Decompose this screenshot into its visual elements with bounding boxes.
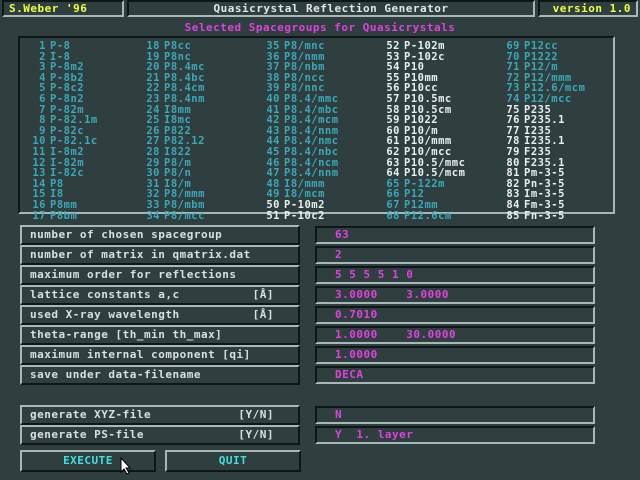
spacegroup-number: 45 [266, 145, 280, 158]
spacegroup-column: 35 P8/mnc 36 P8/nmm 37 P8/nbm 38 P8/ncc 39 P8/nnc… [258, 41, 339, 221]
spacegroup-number: 35 [266, 40, 280, 52]
spacegroup-number: 40 [266, 92, 280, 105]
spacegroup-column: 52 P-102m 53 P-102c 54 P10 55 P10mm 56 P10cc 57 P10… [378, 41, 465, 221]
param-label: number of matrix in qmatrix.dat [20, 245, 300, 265]
spacegroup-item[interactable]: 17 P8bm [24, 209, 98, 222]
param-unit: [Y/N] [238, 428, 274, 441]
spacegroup-number: 50 [266, 198, 280, 211]
spacegroup-name: Fn-3-5 [524, 209, 565, 222]
spacegroup-column: 1 P-8 2 I-8 3 P-8m2 4 P-8b2 5 P-8c2 6 P-8n2 7 P-82m 8 P… [24, 41, 98, 221]
spacegroup-number: 79 [506, 145, 520, 158]
spacegroup-number: 17 [32, 209, 46, 222]
param-value-field[interactable]: 2 [315, 246, 595, 264]
spacegroup-number: 6 [39, 92, 46, 105]
param-label-text: generate XYZ-file [30, 408, 152, 421]
param-label: generate XYZ-file [Y/N] [20, 405, 300, 425]
param-unit: [Å] [252, 308, 274, 321]
param-label: maximum order for reflections [20, 265, 300, 285]
param-label-text: maximum internal component [qi] [30, 348, 251, 361]
spacegroup-item[interactable]: 51 P-10c2 [258, 209, 339, 222]
spacegroup-number: 18 [146, 40, 160, 52]
param-label: generate PS-file [Y/N] [20, 425, 300, 445]
spacegroup-name: P12.6cm [404, 209, 452, 222]
spacegroup-number: 67 [386, 198, 400, 211]
param-label-text: lattice constants a,c [30, 288, 180, 301]
spacegroup-number: 16 [32, 198, 46, 211]
spacegroup-number: 69 [506, 40, 520, 52]
param-value-field[interactable]: 3.0000 3.0000 [315, 286, 595, 304]
param-label-text: number of chosen spacegroup [30, 228, 223, 241]
param-label: used X-ray wavelength [Å] [20, 305, 300, 325]
param-unit: [Y/N] [238, 408, 274, 421]
window-title: Quasicrystal Reflection Generator [127, 0, 535, 17]
spacegroup-number: 57 [386, 92, 400, 105]
spacegroup-number: 33 [146, 198, 160, 211]
spacegroup-number: 85 [506, 209, 520, 222]
param-label: lattice constants a,c [Å] [20, 285, 300, 305]
param-value-field[interactable]: 0.7010 [315, 306, 595, 324]
param-value-field[interactable]: 1.0000 [315, 346, 595, 364]
spacegroup-column: 69 P12cc 70 P1222 71 P12/m 72 P12/mmm 73 P12.6/mc… [498, 41, 585, 221]
param-label: theta-range [th_min th_max] [20, 325, 300, 345]
param-value-field[interactable]: N [315, 406, 595, 424]
param-unit: [Å] [252, 288, 274, 301]
spacegroup-number: 84 [506, 198, 520, 211]
spacegroup-number: 62 [386, 145, 400, 158]
spacegroup-number: 34 [146, 209, 160, 222]
param-value-field[interactable]: DECA [315, 366, 595, 384]
spacegroup-item[interactable]: 85 Fn-3-5 [498, 209, 585, 222]
spacegroup-number: 11 [32, 145, 46, 158]
param-label-text: theta-range [th_min th_max] [30, 328, 223, 341]
mouse-pointer-icon [120, 457, 132, 475]
param-value-field[interactable]: Y 1. layer [315, 426, 595, 444]
spacegroup-number: 51 [266, 209, 280, 222]
spacegroup-column: 18 P8cc 19 P8nc 20 P8.4mc 21 P8.4bc 22 P8.4cm 23 P8… [138, 41, 205, 221]
param-value-field[interactable]: 1.0000 30.0000 [315, 326, 595, 344]
version-label: version 1.0 [538, 0, 638, 17]
param-label-text: generate PS-file [30, 428, 144, 441]
param-label-text: save under data-filename [30, 368, 201, 381]
spacegroup-number: 74 [506, 92, 520, 105]
spacegroup-number: 68 [386, 209, 400, 222]
spacegroup-number: 52 [386, 40, 400, 52]
spacegroup-name: P-10c2 [284, 209, 325, 222]
spacegroup-list: 1 P-8 2 I-8 3 P-8m2 4 P-8b2 5 P-8c2 6 P-8n2 7 P-82m 8 P… [18, 36, 615, 221]
spacegroup-number: 1 [39, 40, 46, 52]
param-label: maximum internal component [qi] [20, 345, 300, 365]
param-value-field[interactable]: 5 5 5 5 1 0 [315, 266, 595, 284]
spacegroups-heading: Selected Spacegroups for Quasicrystals [184, 21, 456, 34]
spacegroup-number: 23 [146, 92, 160, 105]
spacegroup-name: P8bm [50, 209, 78, 222]
param-value-field[interactable]: 63 [315, 226, 595, 244]
param-label-text: maximum order for reflections [30, 268, 237, 281]
spacegroup-name: P8/mcc [164, 209, 205, 222]
spacegroup-item[interactable]: 68 P12.6cm [378, 209, 465, 222]
spacegroup-number: 28 [146, 145, 160, 158]
execute-button[interactable]: EXECUTE [20, 450, 156, 472]
param-label: number of chosen spacegroup [20, 225, 300, 245]
param-label-text: used X-ray wavelength [30, 308, 180, 321]
param-label-text: number of matrix in qmatrix.dat [30, 248, 251, 261]
author-label: S.Weber '96 [2, 0, 124, 17]
quit-button[interactable]: QUIT [165, 450, 301, 472]
param-label: save under data-filename [20, 365, 300, 385]
spacegroup-item[interactable]: 34 P8/mcc [138, 209, 205, 222]
